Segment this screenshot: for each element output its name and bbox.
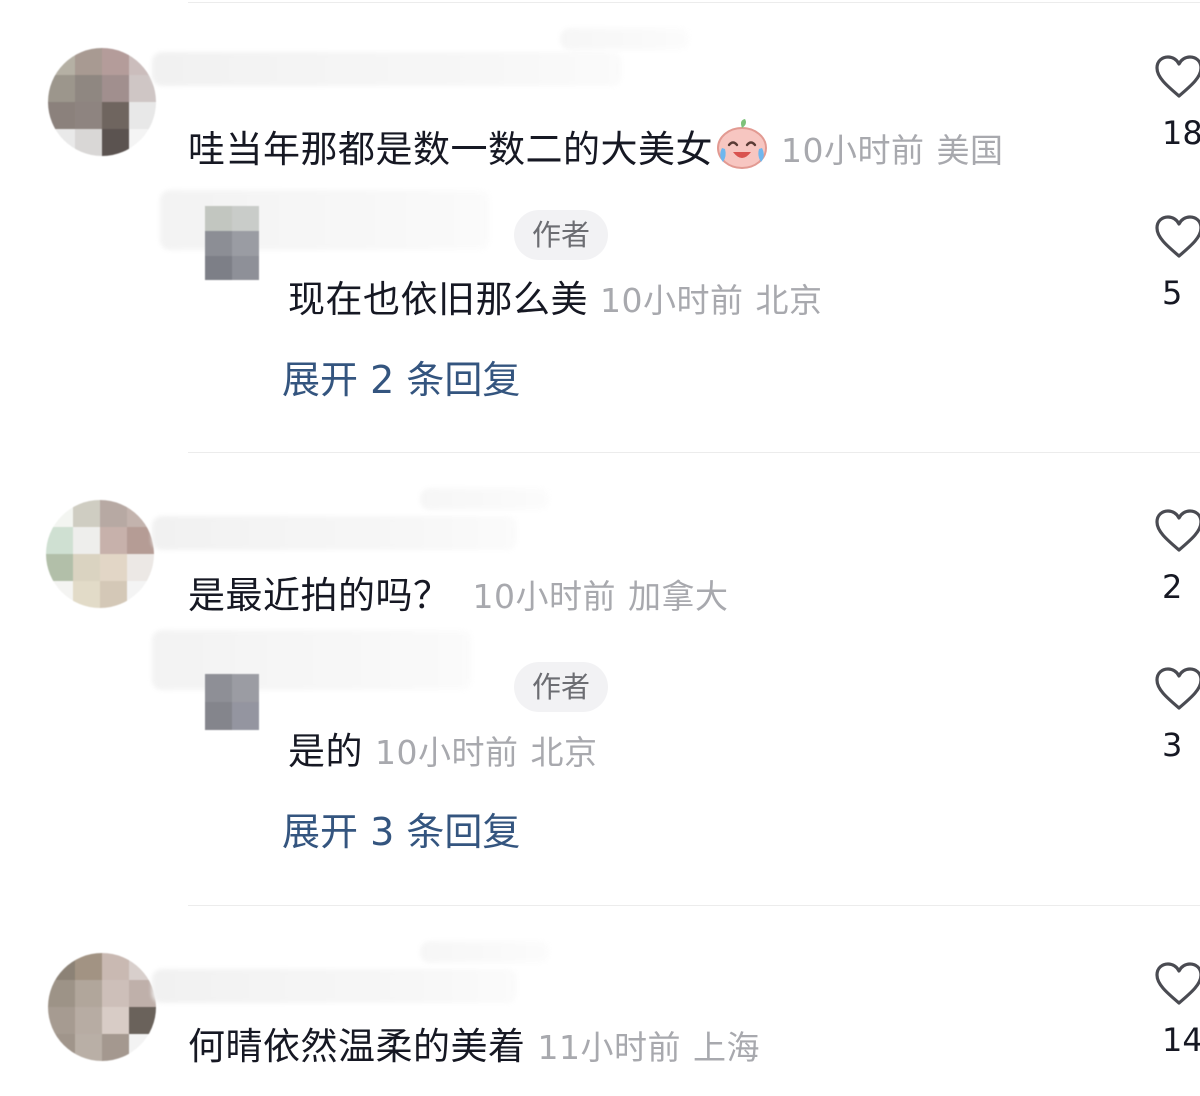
comment-text: 是最近拍的吗？	[188, 574, 451, 617]
username-redacted[interactable]	[152, 52, 622, 86]
avatar[interactable]	[48, 953, 156, 1061]
comment-item: 何晴依然温柔的美着 11小时前 上海 14	[0, 905, 1200, 1096]
reply-avatar[interactable]	[205, 206, 259, 280]
like-count: 14	[1162, 1021, 1200, 1059]
reply-avatar[interactable]	[205, 674, 259, 730]
comment-time: 10小时前	[472, 577, 616, 616]
username-redacted[interactable]	[152, 516, 517, 550]
like-count: 3	[1162, 726, 1183, 764]
reply-like-area: 5	[1154, 214, 1200, 312]
comment-item: 是最近拍的吗？ 10小时前 加拿大 2 作者 是的 10小时前 北京 3 展开 3 条回…	[0, 452, 1200, 904]
reply-time: 10小时前	[375, 733, 519, 772]
heart-outline-icon[interactable]	[1154, 666, 1200, 712]
username-redacted-fade	[420, 488, 550, 510]
username-redacted[interactable]	[152, 969, 517, 1003]
comment-location: 加拿大	[628, 577, 729, 616]
crying-laughing-emoji-icon	[717, 119, 767, 169]
reply-location: 北京	[755, 281, 823, 320]
heart-outline-icon[interactable]	[1154, 54, 1200, 100]
reply-username-ghost	[330, 228, 500, 254]
comment-text-line: 何晴依然温柔的美着 11小时前 上海	[188, 1023, 760, 1072]
heart-outline-icon[interactable]	[1154, 214, 1200, 260]
like-count: 5	[1162, 274, 1183, 312]
avatar[interactable]	[46, 500, 154, 608]
like-count: 18	[1162, 114, 1200, 152]
reply-text: 现在也依旧那么美	[288, 278, 588, 321]
comment-text: 何晴依然温柔的美着	[188, 1025, 526, 1068]
comment-text: 哇当年那都是数一数二的大美女	[188, 128, 713, 171]
like-area: 18	[1154, 54, 1200, 152]
comment-item: 哇当年那都是数一数二的大美女 10小时前 美国 18 作者 现在也依旧那么美 10小…	[0, 0, 1200, 450]
author-tag: 作者	[514, 210, 609, 260]
comment-location: 上海	[693, 1028, 760, 1067]
comment-time: 11小时前	[537, 1028, 681, 1067]
username-redacted-fade	[560, 28, 690, 50]
comment-time: 10小时前	[781, 131, 925, 170]
like-area: 14	[1154, 961, 1200, 1059]
reply-text-line: 是的 10小时前 北京	[288, 728, 598, 777]
like-area: 2	[1154, 508, 1200, 606]
reply-like-area: 3	[1154, 666, 1200, 764]
reply-time: 10小时前	[600, 281, 744, 320]
comment-location: 美国	[936, 131, 1004, 170]
comment-text-line: 哇当年那都是数一数二的大美女 10小时前 美国	[188, 118, 1004, 175]
heart-outline-icon[interactable]	[1154, 961, 1200, 1007]
comment-text-line: 是最近拍的吗？ 10小时前 加拿大	[188, 572, 729, 621]
reply-username-redacted	[152, 630, 472, 690]
reply-text-line: 现在也依旧那么美 10小时前 北京	[288, 276, 823, 325]
expand-replies-button[interactable]: 展开 2 条回复	[282, 356, 520, 404]
like-count: 2	[1162, 568, 1183, 606]
author-tag: 作者	[514, 662, 609, 712]
username-redacted-fade	[420, 941, 550, 963]
expand-replies-button[interactable]: 展开 3 条回复	[282, 808, 520, 856]
heart-outline-icon[interactable]	[1154, 508, 1200, 554]
reply-location: 北京	[530, 733, 598, 772]
avatar[interactable]	[48, 48, 156, 156]
reply-text: 是的	[288, 730, 363, 773]
